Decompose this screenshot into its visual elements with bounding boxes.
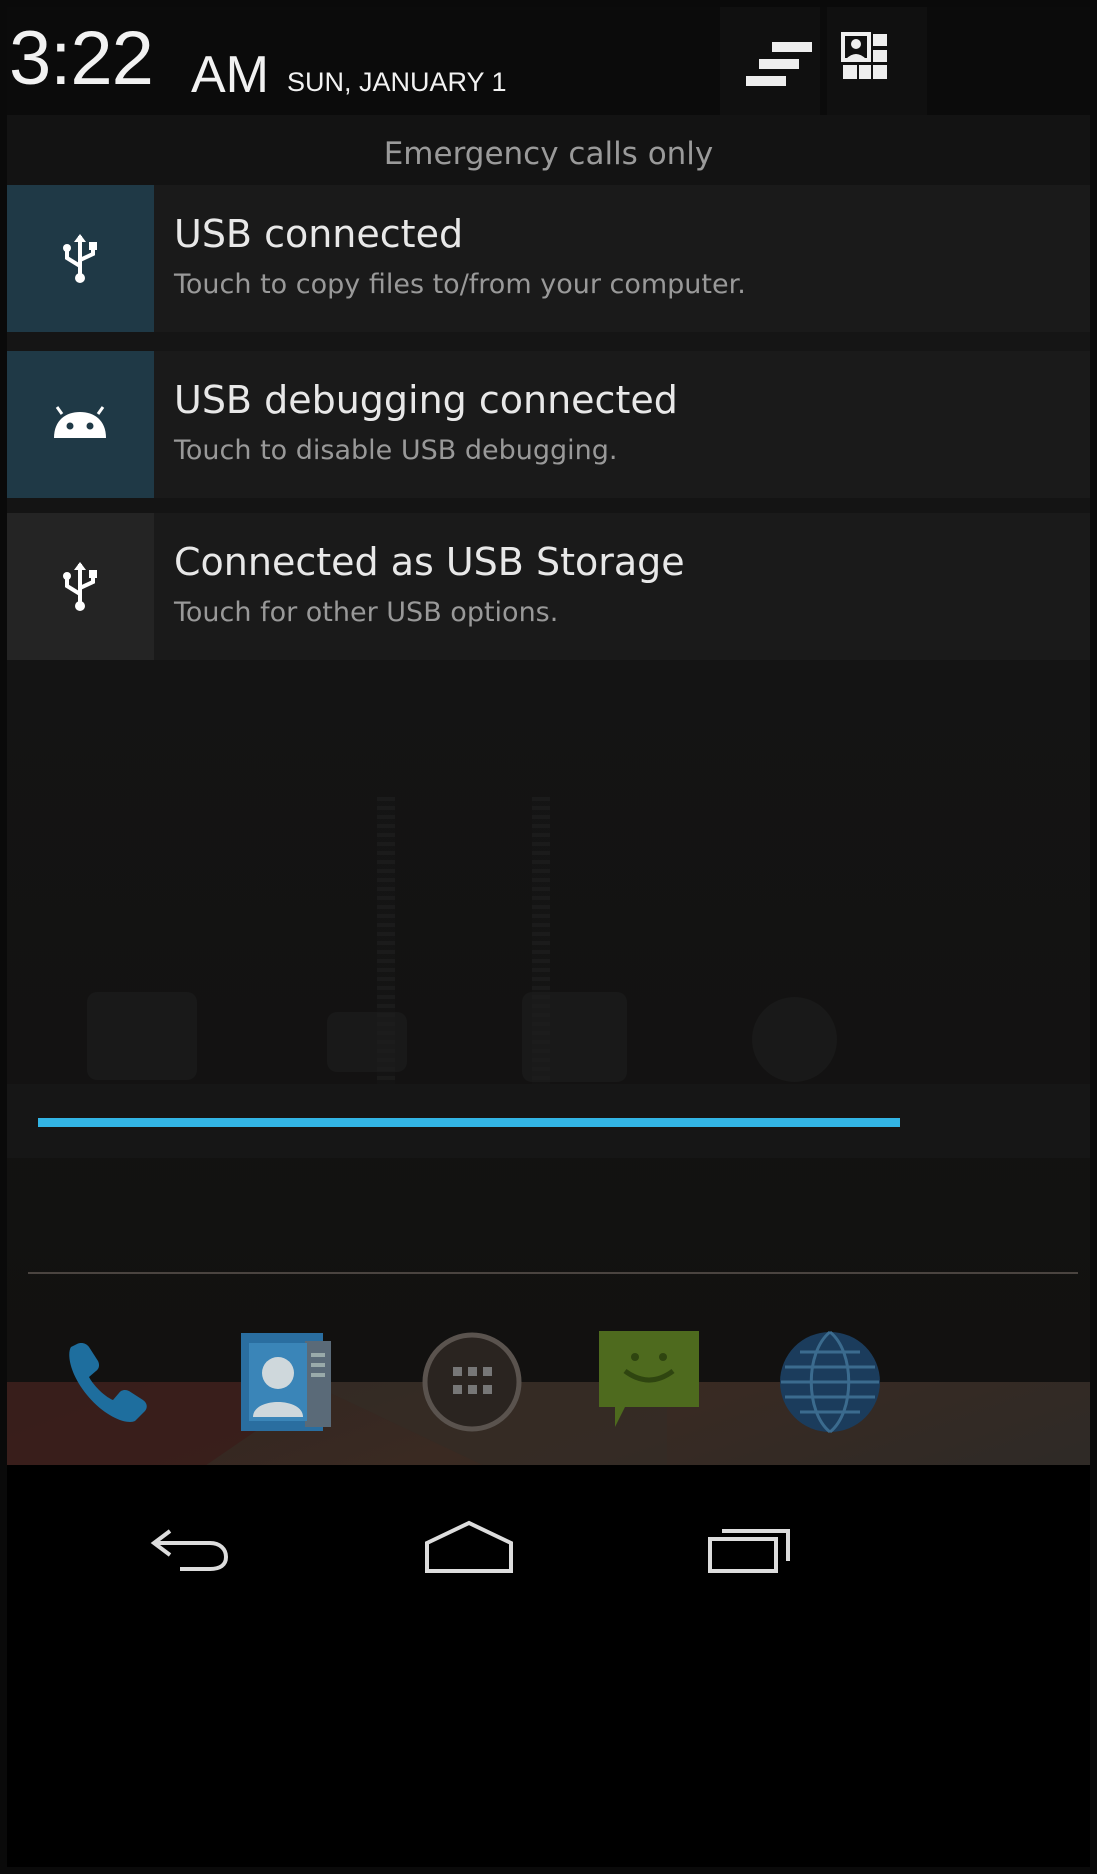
notification-usb-connected[interactable]: USB connected Touch to copy files to/fro…	[7, 185, 1090, 332]
app-drawer-button[interactable]	[417, 1327, 527, 1437]
notification-icon-box	[7, 513, 154, 660]
messaging-icon	[599, 1331, 699, 1427]
notification-usb-storage[interactable]: Connected as USB Storage Touch for other…	[7, 513, 1090, 660]
notification-title: Connected as USB Storage	[174, 540, 685, 584]
browser-icon	[780, 1330, 880, 1434]
clear-all-button[interactable]	[720, 7, 820, 115]
notification-text: Touch to copy files to/from your compute…	[174, 269, 746, 300]
quick-settings-icon	[841, 32, 887, 79]
background-widget	[87, 992, 197, 1080]
phone-icon	[69, 1343, 147, 1422]
back-icon	[150, 1529, 229, 1571]
notification-title: USB debugging connected	[174, 378, 678, 422]
carrier-row: Emergency calls only	[7, 115, 1090, 185]
quick-settings-button[interactable]	[827, 7, 927, 115]
dock-divider	[28, 1272, 1078, 1274]
background-texture	[377, 797, 395, 1127]
navigation-bar	[7, 1465, 1090, 1867]
background-widget	[327, 1012, 407, 1072]
notification-icon-box	[7, 351, 154, 498]
notification-icon-box	[7, 185, 154, 332]
usb-icon	[63, 234, 97, 283]
app-drawer-icon	[422, 1332, 522, 1432]
progress-fill	[38, 1118, 900, 1127]
notification-header: 3:22 AM SUN, JANUARY 1	[7, 7, 1090, 115]
back-button[interactable]	[140, 1517, 240, 1581]
notification-title: USB connected	[174, 212, 464, 256]
usb-icon	[63, 562, 97, 611]
contacts-icon	[241, 1333, 331, 1431]
recent-apps-button[interactable]	[700, 1517, 800, 1581]
progress-bar	[38, 1118, 900, 1127]
notification-text: Touch for other USB options.	[174, 597, 559, 628]
notification-shade-handle[interactable]	[7, 1084, 1090, 1158]
screen: 3:22 AM SUN, JANUARY 1 Emergency calls o…	[7, 7, 1090, 1867]
contacts-app-button[interactable]	[235, 1327, 345, 1437]
phone-app-button[interactable]	[53, 1327, 163, 1437]
notification-usb-debugging[interactable]: USB debugging connected Touch to disable…	[7, 351, 1090, 498]
clock-time[interactable]: 3:22	[9, 21, 154, 97]
carrier-label: Emergency calls only	[383, 136, 714, 172]
home-button[interactable]	[419, 1517, 519, 1581]
notification-text: Touch to disable USB debugging.	[174, 435, 618, 466]
android-icon	[54, 406, 106, 438]
clock-ampm: AM	[191, 46, 269, 104]
browser-app-button[interactable]	[775, 1327, 885, 1437]
messaging-app-button[interactable]	[595, 1327, 705, 1437]
background-widget	[752, 997, 837, 1082]
recent-apps-icon	[708, 1529, 790, 1573]
home-icon	[425, 1520, 513, 1573]
background-widget	[522, 992, 627, 1082]
date-label[interactable]: SUN, JANUARY 1	[287, 69, 507, 96]
clear-all-icon	[746, 42, 812, 86]
